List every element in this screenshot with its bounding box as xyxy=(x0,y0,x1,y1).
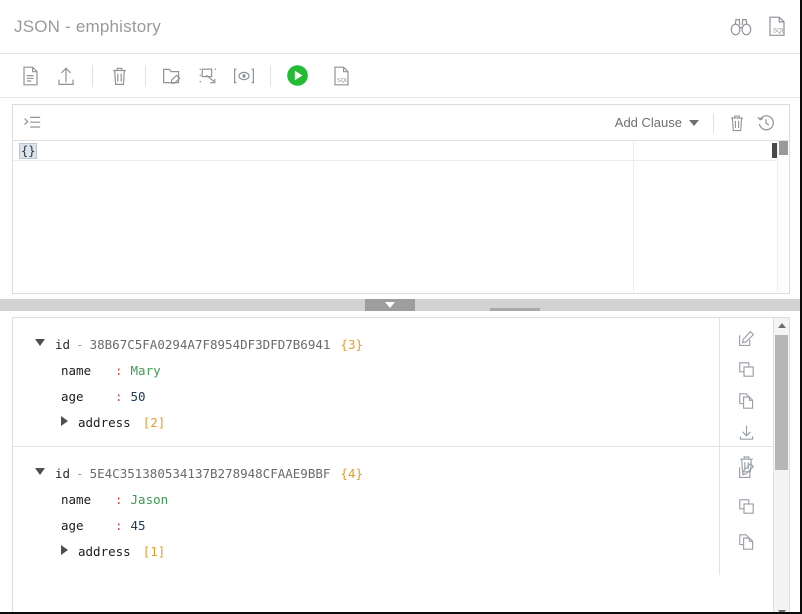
panel-splitter[interactable] xyxy=(0,299,800,311)
child-key: address xyxy=(78,410,131,436)
record-field-count: {4} xyxy=(340,461,363,487)
new-document-icon[interactable] xyxy=(12,61,48,91)
chevron-down-icon[interactable] xyxy=(35,468,45,475)
toolbar-divider xyxy=(92,65,93,87)
copy-icon[interactable] xyxy=(734,495,760,517)
toolbar-divider xyxy=(270,65,271,87)
record-id-value: 5E4C351380534137B278948CFAAE9BBF xyxy=(90,461,331,487)
chevron-down-icon xyxy=(385,302,395,308)
query-code-area[interactable]: {} xyxy=(13,141,789,293)
field-value: 45 xyxy=(131,513,146,539)
record-field-row[interactable]: name : Jason xyxy=(13,487,773,513)
record-id-separator: - xyxy=(76,461,84,487)
record-body: id - 5E4C351380534137B278948CFAAE9BBF {4… xyxy=(13,461,773,565)
filter-list-icon[interactable] xyxy=(23,114,42,132)
title-bar: JSON - emphistory SQL xyxy=(0,0,800,54)
field-colon: : xyxy=(115,487,123,513)
record-actions xyxy=(719,318,773,446)
preview-eye-icon[interactable] xyxy=(226,61,262,91)
record-actions xyxy=(719,447,773,575)
splitter-collapse-handle[interactable] xyxy=(365,299,415,311)
svg-text:SQL: SQL xyxy=(337,78,348,84)
query-editor-value[interactable]: {} xyxy=(19,143,37,159)
scroll-down-arrow-icon[interactable] xyxy=(774,605,789,614)
chevron-down-icon[interactable] xyxy=(35,339,45,346)
result-record: id - 38B67C5FA0294A7F8954DF3DFD7B6941 {3… xyxy=(13,318,773,447)
editor-scrollbar-thumb[interactable] xyxy=(779,141,788,155)
trash-icon[interactable] xyxy=(101,61,137,91)
download-icon[interactable] xyxy=(734,424,760,441)
chevron-right-icon[interactable] xyxy=(61,416,68,426)
field-key: name xyxy=(61,487,115,513)
code-line-1[interactable]: {} xyxy=(13,141,789,161)
duplicate-icon[interactable] xyxy=(734,392,760,410)
child-count: [1] xyxy=(143,539,166,565)
record-id-value: 38B67C5FA0294A7F8954DF3DFD7B6941 xyxy=(90,332,331,358)
folder-edit-icon[interactable] xyxy=(154,61,190,91)
field-value: 50 xyxy=(131,384,146,410)
sql-document-icon[interactable]: SQL xyxy=(323,61,359,91)
record-header-row[interactable]: id - 38B67C5FA0294A7F8954DF3DFD7B6941 {3… xyxy=(13,332,773,358)
record-child-row[interactable]: address [1] xyxy=(13,539,773,565)
edit-icon[interactable] xyxy=(734,330,760,347)
record-field-row[interactable]: age : 45 xyxy=(13,513,773,539)
clause-bar-actions: Add Clause xyxy=(607,113,781,133)
sql-document-icon[interactable]: SQL xyxy=(768,16,786,37)
record-id-key: id xyxy=(55,332,70,358)
history-clock-icon[interactable] xyxy=(751,114,781,132)
page-title: JSON - emphistory xyxy=(14,17,161,37)
record-id-separator: - xyxy=(76,332,84,358)
toolbar-divider xyxy=(145,65,146,87)
edit-icon[interactable] xyxy=(734,459,760,481)
run-play-icon[interactable] xyxy=(279,61,315,91)
editor-guide-line xyxy=(633,141,634,293)
child-key: address xyxy=(78,539,131,565)
duplicate-icon[interactable] xyxy=(734,531,760,553)
query-editor-panel: Add Clause xyxy=(12,104,790,294)
trash-icon[interactable] xyxy=(723,114,751,132)
clause-bar: Add Clause xyxy=(13,105,789,141)
field-colon: : xyxy=(115,384,123,410)
field-value: Mary xyxy=(131,358,161,384)
record-child-row[interactable]: address [2] xyxy=(13,410,773,436)
horizontal-scrollbar-thumb[interactable] xyxy=(490,308,540,311)
results-scrollport: id - 38B67C5FA0294A7F8954DF3DFD7B6941 {3… xyxy=(13,318,773,614)
binoculars-icon[interactable] xyxy=(730,18,752,36)
upload-icon[interactable] xyxy=(48,61,84,91)
field-key: age xyxy=(61,513,115,539)
chevron-up-icon xyxy=(778,323,786,328)
add-clause-label: Add Clause xyxy=(615,115,682,130)
clause-divider xyxy=(713,113,714,133)
svg-text:SQL: SQL xyxy=(773,28,786,34)
field-key: name xyxy=(61,358,115,384)
titlebar-actions: SQL xyxy=(730,16,786,37)
object-edit-icon[interactable] xyxy=(190,61,226,91)
main-toolbar: SQL xyxy=(0,54,800,98)
field-value: Jason xyxy=(131,487,169,513)
results-panel: id - 38B67C5FA0294A7F8954DF3DFD7B6941 {3… xyxy=(12,317,790,614)
record-field-count: {3} xyxy=(340,332,363,358)
results-vertical-scrollbar[interactable] xyxy=(773,318,789,614)
field-colon: : xyxy=(115,358,123,384)
result-record: id - 5E4C351380534137B278948CFAAE9BBF {4… xyxy=(13,447,773,575)
record-body: id - 38B67C5FA0294A7F8954DF3DFD7B6941 {3… xyxy=(13,332,773,436)
chevron-down-icon xyxy=(778,610,786,614)
chevron-down-icon xyxy=(689,120,699,126)
record-field-row[interactable]: name : Mary xyxy=(13,358,773,384)
copy-icon[interactable] xyxy=(734,361,760,378)
results-scrollbar-thumb[interactable] xyxy=(775,335,788,470)
editor-vertical-scrollbar[interactable] xyxy=(777,141,788,292)
record-id-key: id xyxy=(55,461,70,487)
child-count: [2] xyxy=(143,410,166,436)
json-browser-window: JSON - emphistory SQL xyxy=(0,0,802,614)
scroll-up-arrow-icon[interactable] xyxy=(774,318,789,333)
add-clause-button[interactable]: Add Clause xyxy=(607,115,707,130)
record-field-row[interactable]: age : 50 xyxy=(13,384,773,410)
record-header-row[interactable]: id - 5E4C351380534137B278948CFAAE9BBF {4… xyxy=(13,461,773,487)
chevron-right-icon[interactable] xyxy=(61,545,68,555)
field-key: age xyxy=(61,384,115,410)
field-colon: : xyxy=(115,513,123,539)
